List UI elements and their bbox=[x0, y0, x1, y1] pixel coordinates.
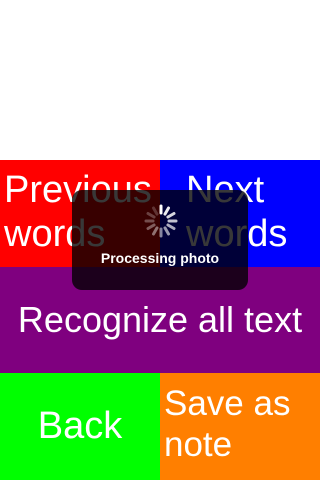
processing-message: Processing photo bbox=[100, 250, 220, 266]
photo-text-screen: Previous words Next words Recognize all … bbox=[0, 0, 320, 480]
recognize-all-text-label: Recognize all text bbox=[17, 299, 303, 340]
back-button[interactable]: Back bbox=[0, 373, 160, 480]
processing-hud: Processing photo bbox=[72, 190, 248, 290]
activity-spinner-icon bbox=[144, 204, 178, 238]
back-label: Back bbox=[37, 405, 123, 447]
save-as-note-button[interactable]: Save as note bbox=[160, 373, 320, 480]
